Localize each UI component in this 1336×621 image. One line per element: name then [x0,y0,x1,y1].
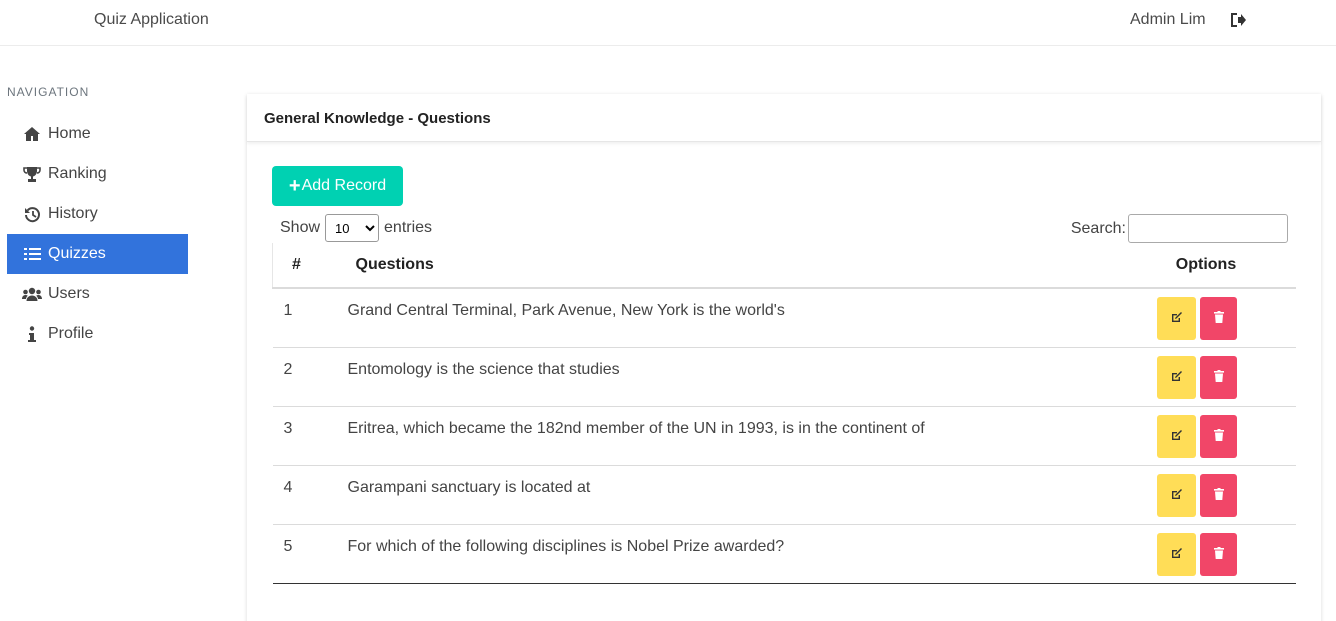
trash-icon [1213,487,1224,503]
delete-button[interactable] [1200,414,1237,458]
column-header-options[interactable]: Options [1126,243,1296,289]
delete-button[interactable] [1200,297,1237,340]
user-name[interactable]: Admin Lim [1130,11,1206,29]
page-size-select[interactable]: 10 [325,214,380,242]
edit-button[interactable] [1157,297,1196,340]
row-options [1126,288,1296,348]
nav-heading: NAVIGATION [7,85,90,99]
sidebar-item-users[interactable]: Users [7,274,188,314]
table-row: 4 Garampani sanctuary is located at [272,465,1296,525]
table-row: 3 Eritrea, which became the 182nd member… [272,406,1296,466]
table-row: 5 For which of the following disciplines… [272,524,1296,584]
row-number: 4 [272,465,348,525]
table-row: 2 Entomology is the science that studies [272,347,1296,407]
sidebar-item-profile[interactable]: Profile [7,314,188,354]
show-label: Show [280,219,321,236]
row-number: 5 [272,524,348,584]
sidebar-item-home[interactable]: Home [7,114,188,154]
row-options [1126,347,1296,407]
questions-table: # Questions Options 1 Grand Central Term… [272,243,1296,584]
trophy-icon [21,165,43,183]
sidebar-item-label: Users [48,285,90,302]
search-box: Search: [1071,214,1288,243]
edit-icon [1171,488,1183,503]
sidebar-item-history[interactable]: History [7,194,188,234]
row-options [1126,465,1296,525]
edit-icon [1171,311,1183,326]
sidebar-item-ranking[interactable]: Ranking [7,154,188,194]
app-title[interactable]: Quiz Application [94,11,209,29]
history-icon [21,205,43,223]
questions-card: General Knowledge - Questions + Add Reco… [247,94,1321,621]
sign-out-icon[interactable] [1229,11,1247,29]
sidebar-item-label: Quizzes [48,245,106,262]
row-question: Eritrea, which became the 182nd member o… [347,406,1126,466]
search-input[interactable] [1128,214,1288,243]
sidebar-item-label: Ranking [48,165,107,182]
trash-icon [1213,428,1224,444]
row-number: 2 [272,347,348,407]
delete-button[interactable] [1200,473,1237,517]
card-title: General Knowledge - Questions [247,94,1321,142]
users-icon [21,285,43,303]
delete-button[interactable] [1200,532,1237,576]
edit-button[interactable] [1157,532,1196,576]
sidebar-nav: Home Ranking History Quizzes Users Profi… [7,114,188,354]
list-icon [21,245,43,263]
show-entries: Show 10 entries [280,214,432,242]
sidebar-item-label: Home [48,125,91,142]
edit-icon [1171,429,1183,444]
row-number: 3 [272,406,348,466]
row-options [1126,406,1296,466]
column-header-questions[interactable]: Questions [347,243,1126,289]
delete-button[interactable] [1200,355,1237,399]
home-icon [21,125,43,143]
sidebar-item-quizzes[interactable]: Quizzes [7,234,188,274]
edit-button[interactable] [1157,473,1196,517]
search-label: Search: [1070,219,1126,237]
row-number: 1 [272,288,348,348]
row-question: For which of the following disciplines i… [347,524,1126,584]
edit-button[interactable] [1157,355,1196,399]
edit-button[interactable] [1157,414,1196,458]
add-record-button[interactable]: + Add Record [272,166,403,206]
column-header-number[interactable]: # [272,243,348,289]
edit-icon [1171,370,1183,385]
row-options [1126,524,1296,584]
add-record-label: Add Record [301,177,387,194]
sidebar-item-label: Profile [48,325,94,342]
row-question: Garampani sanctuary is located at [347,465,1126,525]
row-question: Entomology is the science that studies [347,347,1126,407]
top-navbar: Quiz Application Admin Lim [0,0,1336,46]
trash-icon [1213,369,1224,385]
trash-icon [1213,311,1224,326]
trash-icon [1213,546,1224,562]
table-header-row: # Questions Options [272,243,1296,289]
edit-icon [1171,547,1183,562]
info-icon [21,325,43,343]
sidebar-item-label: History [48,205,98,222]
entries-label: entries [384,219,433,236]
plus-icon: + [288,175,301,197]
table-row: 1 Grand Central Terminal, Park Avenue, N… [272,288,1296,348]
row-question: Grand Central Terminal, Park Avenue, New… [347,288,1126,348]
